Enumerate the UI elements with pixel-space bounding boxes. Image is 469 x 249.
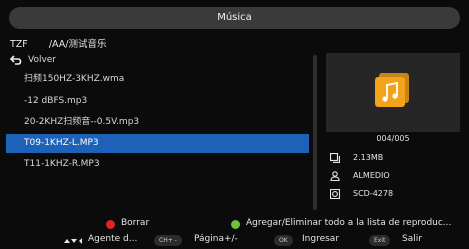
key-hints-legend: Agente d... CH+ - Página+/- OK Ingresar … (0, 233, 469, 249)
color-key-legend: Borrar Agregar/Eliminar todo a la lista … (0, 217, 469, 231)
list-item-label: 扫频150HZ-3KHZ.wma (24, 74, 125, 84)
artist-name: ALMEDIO (353, 171, 390, 180)
window-title: Música (9, 7, 460, 29)
folder-path: /AA/测试音乐 (48, 39, 107, 50)
nav-key-label: Agente d... (88, 234, 138, 244)
green-button-icon (231, 220, 240, 229)
page-key-icon: CH+ - (154, 235, 182, 246)
path-bar: TZF /AA/测试音乐 (10, 36, 106, 50)
page-key-label: Página+/- (194, 234, 238, 244)
album-name: SCD-4278 (353, 189, 394, 198)
back-arrow-icon (10, 55, 22, 65)
ok-key-icon: OK (274, 235, 293, 246)
list-item-label: 20-2KHZ扫频音--0.5V.mp3 (24, 117, 140, 127)
album-art (326, 53, 460, 132)
list-item[interactable]: 扫频150HZ-3KHZ.wma (6, 70, 309, 89)
exit-key-label: Salir (402, 234, 422, 244)
back-item[interactable]: Volver (6, 51, 309, 70)
green-key-label: Agregar/Eliminar todo a la lista de repr… (246, 218, 452, 228)
exit-key-icon: Exit (369, 235, 391, 246)
music-folder-icon (375, 73, 409, 107)
list-item[interactable]: T11-1KHZ-R.MP3 (6, 155, 309, 174)
info-panel: 004/005 2.13MB ALMEDIO SCD-4278 (326, 51, 460, 213)
file-size-icon (330, 153, 340, 163)
list-item[interactable]: 20-2KHZ扫频音--0.5V.mp3 (6, 113, 309, 132)
red-button-icon (106, 220, 115, 229)
file-list: Volver 扫频150HZ-3KHZ.wma -12 dBFS.mp3 20-… (6, 51, 319, 213)
red-key-label: Borrar (121, 218, 150, 228)
list-item-label: T11-1KHZ-R.MP3 (24, 159, 100, 169)
person-icon (330, 171, 340, 181)
list-item-label: -12 dBFS.mp3 (24, 96, 88, 106)
ok-key-label: Ingresar (302, 234, 340, 244)
track-counter: 004/005 (376, 134, 410, 143)
scrollbar[interactable] (313, 55, 317, 210)
source-label: TZF (10, 39, 28, 50)
list-item-selected[interactable]: T09-1KHZ-L.MP3 (6, 134, 309, 153)
album-icon (330, 189, 340, 199)
list-item-label: T09-1KHZ-L.MP3 (24, 138, 99, 148)
back-label: Volver (28, 55, 57, 65)
list-item[interactable]: -12 dBFS.mp3 (6, 92, 309, 111)
file-size: 2.13MB (353, 153, 384, 162)
navigation-arrows-icon (64, 238, 82, 244)
